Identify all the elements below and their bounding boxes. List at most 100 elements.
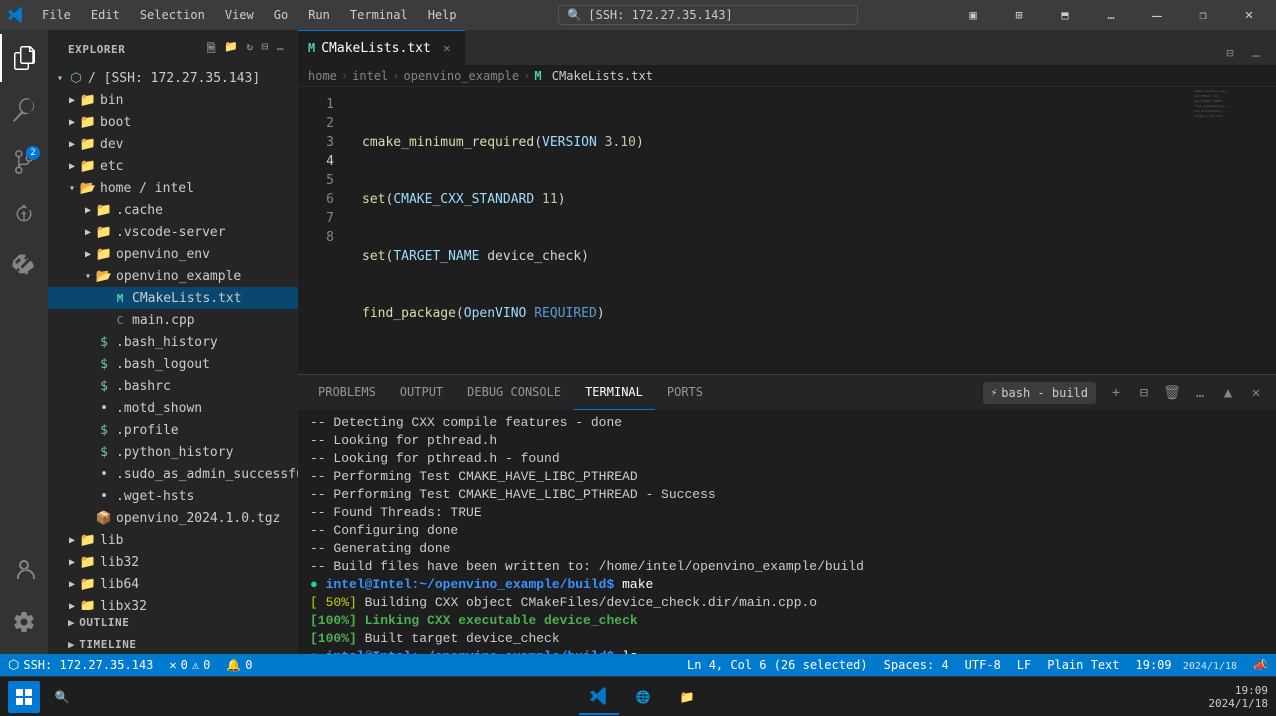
tree-item-bin[interactable]: ▶ 📁 bin xyxy=(48,89,298,111)
breadcrumb-intel[interactable]: intel xyxy=(352,69,388,83)
statusbar-language[interactable]: Plain Text xyxy=(1039,654,1127,676)
terminal-more-btn[interactable]: … xyxy=(1188,381,1212,405)
search-taskbar-btn[interactable]: 🔍 xyxy=(46,681,78,713)
titlebar-search-box[interactable]: 🔍 [SSH: 172.27.35.143] xyxy=(558,5,858,25)
statusbar-spaces[interactable]: Spaces: 4 xyxy=(876,654,957,676)
titlebar-more[interactable]: … xyxy=(1088,0,1134,30)
statusbar-errors[interactable]: ✕ 0 ⚠ 0 xyxy=(161,654,218,676)
tree-item-motd-shown[interactable]: ▶ • .motd_shown xyxy=(48,397,298,419)
minimize-button[interactable]: — xyxy=(1134,0,1180,30)
panel-tab-ports[interactable]: PORTS xyxy=(655,375,715,410)
panel-maximize-btn[interactable]: ▲ xyxy=(1216,381,1240,405)
statusbar-cursor[interactable]: Ln 4, Col 6 (26 selected) xyxy=(679,654,876,676)
sidebar-section-outline[interactable]: ▶ OUTLINE xyxy=(48,610,298,632)
start-button[interactable] xyxy=(8,681,40,713)
tree-item-sudo[interactable]: ▶ • .sudo_as_admin_successful xyxy=(48,463,298,485)
breadcrumb-current-file[interactable]: M CMakeLists.txt xyxy=(534,69,653,83)
tree-item-dev[interactable]: ▶ 📁 dev xyxy=(48,133,298,155)
tab-split-editor[interactable]: ⊟ xyxy=(1218,41,1242,65)
menu-run[interactable]: Run xyxy=(298,4,340,26)
tree-item-main-cpp[interactable]: ▶ C main.cpp xyxy=(48,309,298,331)
taskbar-files[interactable]: 📁 xyxy=(667,679,707,715)
terminal-content[interactable]: -- Detecting CXX compile features - done… xyxy=(298,410,1276,654)
tree-item-bashrc[interactable]: ▶ $ .bashrc xyxy=(48,375,298,397)
terminal-split-btn[interactable]: ⊟ xyxy=(1132,381,1156,405)
tree-item-openvino-env[interactable]: ▶ 📁 openvino_env xyxy=(48,243,298,265)
new-file-icon[interactable]: 🗎 xyxy=(205,38,218,61)
statusbar-left: ⬡ SSH: 172.27.35.143 ✕ 0 ⚠ 0 🔔 0 xyxy=(0,654,261,676)
menu-help[interactable]: Help xyxy=(418,4,467,26)
menu-selection[interactable]: Selection xyxy=(130,4,215,26)
panel-tab-debug-console[interactable]: DEBUG CONSOLE xyxy=(455,375,573,410)
code-content[interactable]: cmake_minimum_required(VERSION 3.10) set… xyxy=(346,87,1192,374)
maximize-button[interactable]: ❐ xyxy=(1180,0,1226,30)
tree-item-etc[interactable]: ▶ 📁 etc xyxy=(48,155,298,177)
breadcrumb-openvino-example[interactable]: openvino_example xyxy=(404,69,520,83)
menu-edit[interactable]: Edit xyxy=(81,4,130,26)
tree-item-lib32[interactable]: ▶ 📁 lib32 xyxy=(48,551,298,573)
tree-item-libx32[interactable]: ▶ 📁 libx32 xyxy=(48,595,298,610)
activity-git[interactable]: 2 xyxy=(0,138,48,186)
new-folder-icon[interactable]: 📁 xyxy=(222,38,240,61)
activity-debug[interactable] xyxy=(0,190,48,238)
sidebar-more-icon[interactable]: … xyxy=(275,38,286,61)
prompt-1: ● xyxy=(310,577,318,592)
label-bash-history: .bash_history xyxy=(116,335,218,350)
breadcrumb-home[interactable]: home xyxy=(308,69,337,83)
tab-close-button[interactable]: ✕ xyxy=(439,40,455,56)
tab-more[interactable]: … xyxy=(1244,41,1268,65)
taskbar-vscode[interactable] xyxy=(579,679,619,715)
breadcrumb-sep1: › xyxy=(341,69,348,83)
statusbar-notifications[interactable]: 🔔 0 xyxy=(218,654,260,676)
panel-close-btn[interactable]: ✕ xyxy=(1244,381,1268,405)
tree-item-openvino-tgz[interactable]: ▶ 📦 openvino_2024.1.0.tgz xyxy=(48,507,298,529)
close-button[interactable]: ✕ xyxy=(1226,0,1272,30)
line-num-6: 6 xyxy=(318,190,334,209)
tree-item-profile[interactable]: ▶ $ .profile xyxy=(48,419,298,441)
activity-search[interactable] xyxy=(0,86,48,134)
tree-item-lib[interactable]: ▶ 📁 lib xyxy=(48,529,298,551)
activity-accounts[interactable] xyxy=(0,546,48,594)
code-editor[interactable]: 1 2 3 4 5 6 7 8 cmake_minimum_required(V… xyxy=(298,87,1276,374)
menu-view[interactable]: View xyxy=(215,4,264,26)
tree-item-home-intel[interactable]: ▾ 📂 home / intel xyxy=(48,177,298,199)
tree-item-lib64[interactable]: ▶ 📁 lib64 xyxy=(48,573,298,595)
panel-tab-output[interactable]: OUTPUT xyxy=(388,375,455,410)
tree-item-boot[interactable]: ▶ 📁 boot xyxy=(48,111,298,133)
folder-open-icon-home: 📂 xyxy=(80,180,96,196)
activity-settings[interactable] xyxy=(0,598,48,646)
activity-explorer[interactable] xyxy=(0,34,48,82)
terminal-line-11: [ 50%] Building CXX object CMakeFiles/de… xyxy=(310,594,1264,612)
tree-item-cache[interactable]: ▶ 📁 .cache xyxy=(48,199,298,221)
tree-item-bash-logout[interactable]: ▶ $ .bash_logout xyxy=(48,353,298,375)
tree-item-openvino-example[interactable]: ▾ 📂 openvino_example xyxy=(48,265,298,287)
menu-go[interactable]: Go xyxy=(264,4,298,26)
tree-item-bash-history[interactable]: ▶ $ .bash_history xyxy=(48,331,298,353)
editor-scrollbar[interactable] xyxy=(1262,87,1276,374)
collapse-icon[interactable]: ⊟ xyxy=(260,38,271,61)
terminal-trash-btn[interactable]: 🗑 xyxy=(1160,381,1184,405)
menu-terminal[interactable]: Terminal xyxy=(340,4,418,26)
tree-item-wget[interactable]: ▶ • .wget-hsts xyxy=(48,485,298,507)
taskbar-edge[interactable]: 🌐 xyxy=(623,679,663,715)
tree-item-vscode-server[interactable]: ▶ 📁 .vscode-server xyxy=(48,221,298,243)
activity-extensions[interactable] xyxy=(0,242,48,290)
panel-tab-problems[interactable]: PROBLEMS xyxy=(306,375,388,410)
tree-item-python-history[interactable]: ▶ $ .python_history xyxy=(48,441,298,463)
panel-tab-terminal[interactable]: TERMINAL xyxy=(573,375,655,410)
titlebar-panel-toggle[interactable]: ⬒ xyxy=(1042,0,1088,30)
tree-item-cmakelists[interactable]: ▶ M CMakeLists.txt xyxy=(48,287,298,309)
statusbar-feedback[interactable]: 📣 xyxy=(1245,654,1276,676)
titlebar-sidebar-toggle[interactable]: ▣ xyxy=(950,0,996,30)
titlebar-editor-layout[interactable]: ⊞ xyxy=(996,0,1042,30)
tab-cmakelists[interactable]: M CMakeLists.txt ✕ xyxy=(298,30,466,65)
new-terminal-btn[interactable]: + xyxy=(1104,381,1128,405)
statusbar-encoding[interactable]: UTF-8 xyxy=(957,654,1009,676)
tree-root[interactable]: ▾ ⬡ / [SSH: 172.27.35.143] xyxy=(48,67,298,89)
statusbar-line-ending[interactable]: LF xyxy=(1009,654,1039,676)
menu-file[interactable]: File xyxy=(32,4,81,26)
statusbar-ssh[interactable]: ⬡ SSH: 172.27.35.143 xyxy=(0,654,161,676)
sidebar-section-timeline[interactable]: ▶ TIMELINE xyxy=(48,632,298,654)
tab-cmakelists-label: CMakeLists.txt xyxy=(321,41,431,56)
refresh-icon[interactable]: ↻ xyxy=(244,38,255,61)
